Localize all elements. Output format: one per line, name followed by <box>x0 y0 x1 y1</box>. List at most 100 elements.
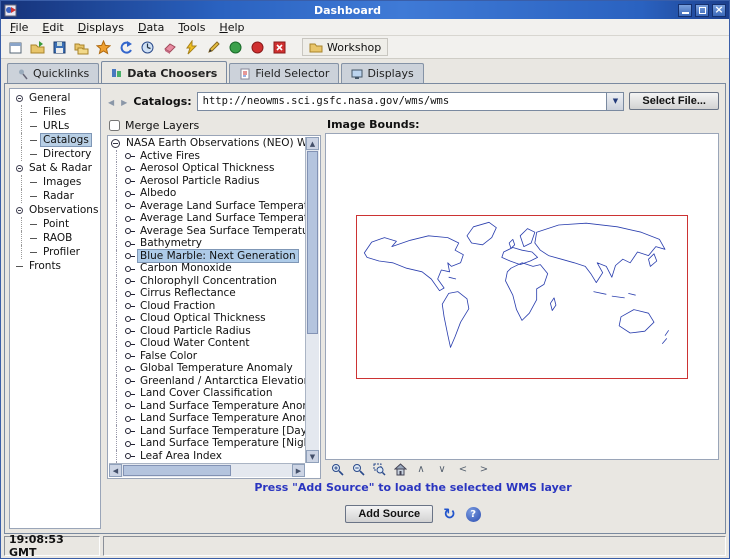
wms-layer-item[interactable]: Average Sea Surface Temperatur <box>109 225 305 238</box>
wms-layer-item[interactable]: Land Surface Temperature [Night <box>109 437 305 450</box>
chevron-down-icon[interactable] <box>606 93 623 110</box>
scroll-up-icon[interactable] <box>306 137 319 150</box>
sidebar-item[interactable]: Fronts <box>10 259 100 273</box>
lightning-button[interactable] <box>181 37 202 57</box>
wms-layer-item[interactable]: Land Cover Classification <box>109 387 305 400</box>
wms-layer-item[interactable]: Aerosol Particle Radius <box>109 175 305 188</box>
undo-button[interactable] <box>115 37 136 57</box>
wms-layer-item[interactable]: Cloud Optical Thickness <box>109 312 305 325</box>
vertical-scrollbar[interactable] <box>305 137 319 463</box>
wms-layer-item[interactable]: False Color <box>109 350 305 363</box>
merge-layers-row: Merge Layers <box>107 116 321 135</box>
workshop-button[interactable]: Workshop <box>302 38 388 56</box>
sidebar-item[interactable]: Catalogs <box>10 133 100 147</box>
sidebar-item[interactable]: Point <box>10 217 100 231</box>
tab-displays[interactable]: Displays <box>341 63 423 83</box>
menu-item[interactable]: Data <box>131 20 171 35</box>
sidebar-item[interactable]: Radar <box>10 189 100 203</box>
save-button[interactable] <box>49 37 70 57</box>
pan-left-button[interactable] <box>454 462 472 478</box>
wms-layer-item[interactable]: Blue Marble: Next Generation <box>109 250 305 263</box>
wms-layer-item[interactable]: Cirrus Reflectance <box>109 287 305 300</box>
favorites-button[interactable] <box>93 37 114 57</box>
wms-layer-item[interactable]: Cloud Particle Radius <box>109 325 305 338</box>
pan-up-button[interactable] <box>412 462 430 478</box>
tab-data-choosers[interactable]: Data Choosers <box>101 61 227 84</box>
maximize-button[interactable] <box>695 4 709 17</box>
wms-layer-item[interactable]: Land Surface Temperature Anom <box>109 400 305 413</box>
sidebar-item[interactable]: Directory <box>10 147 100 161</box>
scroll-down-icon[interactable] <box>306 450 319 463</box>
scrollbar-thumb[interactable] <box>123 465 231 476</box>
sidebar-item[interactable]: Sat & Radar <box>10 161 100 175</box>
help-button[interactable] <box>466 507 481 522</box>
zoom-out-button[interactable] <box>349 462 367 478</box>
stop-button[interactable] <box>269 37 290 57</box>
action-row: Add Source <box>105 499 721 529</box>
minimize-button[interactable] <box>678 4 692 17</box>
wms-layer-item[interactable]: Land Surface Temperature Anom <box>109 412 305 425</box>
wms-layer-item[interactable]: Carbon Monoxide <box>109 262 305 275</box>
tab-field-selector[interactable]: Field Selector <box>229 63 339 83</box>
sidebar-item[interactable]: Observations <box>10 203 100 217</box>
refresh-button[interactable] <box>443 507 456 522</box>
horizontal-scrollbar[interactable] <box>109 463 305 477</box>
wms-layer-item[interactable]: Average Land Surface Temperatu <box>109 212 305 225</box>
menu-item[interactable]: Help <box>212 20 251 35</box>
folders-button[interactable] <box>71 37 92 57</box>
menu-item[interactable]: Edit <box>35 20 70 35</box>
menu-item[interactable]: File <box>3 20 35 35</box>
wms-layer-item[interactable]: Cloud Water Content <box>109 337 305 350</box>
reset-view-button[interactable] <box>391 462 409 478</box>
sidebar-item[interactable]: URLs <box>10 119 100 133</box>
pan-down-button[interactable] <box>433 462 451 478</box>
zoom-region-button[interactable] <box>370 462 388 478</box>
tree-expanded-icon[interactable] <box>111 139 120 148</box>
wms-root-node[interactable]: NASA Earth Observations (NEO) WMS <box>109 137 305 150</box>
wms-layer-item[interactable]: Global Temperature Anomaly <box>109 362 305 375</box>
catalog-url-combobox[interactable]: http://neowms.sci.gsfc.nasa.gov/wms/wms <box>197 92 625 111</box>
world-map-outline <box>357 216 687 378</box>
world-map[interactable] <box>356 215 688 379</box>
wms-layer-item[interactable]: Average Land Surface Temperatu <box>109 200 305 213</box>
wms-layer-item[interactable]: Bathymetry <box>109 237 305 250</box>
scroll-right-icon[interactable] <box>292 464 305 477</box>
title-bar[interactable]: Dashboard <box>1 1 729 19</box>
clock-button[interactable] <box>137 37 158 57</box>
history-back-button[interactable] <box>107 95 115 108</box>
menu-item[interactable]: Displays <box>71 20 131 35</box>
image-bounds-canvas[interactable] <box>325 133 719 460</box>
eraser-button[interactable] <box>159 37 180 57</box>
run-button[interactable] <box>225 37 246 57</box>
wms-layer-item[interactable]: Albedo <box>109 187 305 200</box>
layer-node-icon <box>125 215 135 222</box>
pan-right-button[interactable] <box>475 462 493 478</box>
sidebar-item[interactable]: General <box>10 91 100 105</box>
wms-layer-item[interactable]: Leaf Area Index <box>109 450 305 463</box>
folders-icon <box>74 40 89 55</box>
scrollbar-thumb[interactable] <box>307 151 318 334</box>
open-button[interactable] <box>27 37 48 57</box>
zoom-in-button[interactable] <box>328 462 346 478</box>
sidebar-item[interactable]: Images <box>10 175 100 189</box>
tab-quicklinks[interactable]: Quicklinks <box>7 63 99 83</box>
history-forward-button[interactable] <box>120 95 128 108</box>
add-source-button[interactable]: Add Source <box>345 505 433 523</box>
menu-item[interactable]: Tools <box>171 20 212 35</box>
wms-layer-item[interactable]: Aerosol Optical Thickness <box>109 162 305 175</box>
wms-layer-item[interactable]: Greenland / Antarctica Elevation <box>109 375 305 388</box>
sidebar-item[interactable]: Profiler <box>10 245 100 259</box>
sidebar-item[interactable]: RAOB <box>10 231 100 245</box>
pencil-button[interactable] <box>203 37 224 57</box>
select-file-button[interactable]: Select File... <box>629 92 719 110</box>
wms-layer-item[interactable]: Active Fires <box>109 150 305 163</box>
close-button[interactable] <box>712 4 726 17</box>
scroll-left-icon[interactable] <box>109 464 122 477</box>
new-button[interactable] <box>5 37 26 57</box>
sidebar-item[interactable]: Files <box>10 105 100 119</box>
record-button[interactable] <box>247 37 268 57</box>
wms-layer-item[interactable]: Chlorophyll Concentration <box>109 275 305 288</box>
wms-layer-item[interactable]: Land Surface Temperature [Day] <box>109 425 305 438</box>
wms-layer-item[interactable]: Cloud Fraction <box>109 300 305 313</box>
merge-layers-checkbox[interactable] <box>109 120 120 131</box>
